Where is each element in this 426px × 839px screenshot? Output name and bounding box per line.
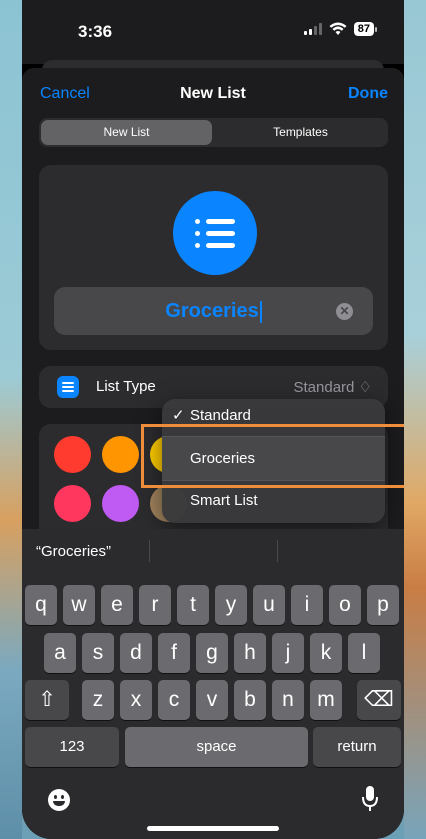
backspace-key[interactable]: ⌫ — [357, 680, 401, 720]
key-j[interactable]: j — [272, 633, 304, 673]
key-r[interactable]: r — [139, 585, 171, 625]
color-red[interactable] — [54, 436, 91, 473]
space-key[interactable]: space — [125, 727, 308, 767]
suggestion-bar: “Groceries” — [22, 529, 404, 574]
key-l[interactable]: l — [348, 633, 380, 673]
color-purple[interactable] — [102, 485, 139, 522]
color-orange[interactable] — [102, 436, 139, 473]
key-h[interactable]: h — [234, 633, 266, 673]
list-name-value: Groceries — [165, 300, 259, 322]
segmented-control: New List Templates — [39, 118, 388, 147]
key-i[interactable]: i — [291, 585, 323, 625]
tab-templates[interactable]: Templates — [215, 120, 386, 145]
background-left — [0, 0, 22, 839]
list-name-input[interactable]: Groceries ✕ — [54, 287, 373, 335]
wifi-icon — [329, 22, 347, 35]
key-p[interactable]: p — [367, 585, 399, 625]
key-t[interactable]: t — [177, 585, 209, 625]
checkmark-icon: ✓ — [172, 407, 185, 424]
background-right — [404, 0, 426, 839]
shift-key[interactable]: ⇧ — [25, 680, 69, 720]
status-time: 3:36 — [78, 22, 113, 41]
highlight-annotation — [141, 424, 404, 488]
key-q[interactable]: q — [25, 585, 57, 625]
microphone-icon[interactable] — [362, 785, 378, 813]
signal-icon — [303, 23, 322, 35]
list-bullet-icon[interactable] — [173, 191, 257, 275]
key-e[interactable]: e — [101, 585, 133, 625]
done-button[interactable]: Done — [348, 85, 388, 103]
key-d[interactable]: d — [120, 633, 152, 673]
return-key[interactable]: return — [313, 727, 401, 767]
key-z[interactable]: z — [82, 680, 114, 720]
emoji-icon[interactable] — [48, 789, 70, 811]
key-w[interactable]: w — [63, 585, 95, 625]
status-bar: 3:36 87 — [22, 0, 404, 64]
nav-bar: Cancel New List Done — [22, 68, 404, 118]
key-u[interactable]: u — [253, 585, 285, 625]
color-pink[interactable] — [54, 485, 91, 522]
key-f[interactable]: f — [158, 633, 190, 673]
key-k[interactable]: k — [310, 633, 342, 673]
page-title: New List — [180, 85, 246, 102]
key-y[interactable]: y — [215, 585, 247, 625]
key-g[interactable]: g — [196, 633, 228, 673]
key-a[interactable]: a — [44, 633, 76, 673]
menu-item-label: Standard — [190, 407, 251, 424]
key-o[interactable]: o — [329, 585, 361, 625]
key-v[interactable]: v — [196, 680, 228, 720]
key-n[interactable]: n — [272, 680, 304, 720]
key-m[interactable]: m — [310, 680, 342, 720]
tab-new-list[interactable]: New List — [41, 120, 212, 145]
key-b[interactable]: b — [234, 680, 266, 720]
battery-icon: 87 — [353, 22, 378, 36]
menu-item-label: Smart List — [190, 492, 258, 509]
home-indicator — [147, 826, 279, 831]
clear-text-icon[interactable]: ✕ — [336, 303, 353, 320]
list-type-value[interactable]: Standard ♢ — [294, 378, 373, 396]
numbers-key[interactable]: 123 — [25, 727, 119, 767]
key-x[interactable]: x — [120, 680, 152, 720]
list-header-card: Groceries ✕ — [39, 165, 388, 350]
list-type-label: List Type — [96, 378, 156, 395]
keyboard: “Groceries” 123 space return qwertyuiop a… — [22, 529, 404, 839]
suggestion-item[interactable]: “Groceries” — [36, 543, 111, 560]
key-c[interactable]: c — [158, 680, 190, 720]
phone-screen: 3:36 87 Cancel New List Done New List Te… — [22, 0, 404, 839]
key-s[interactable]: s — [82, 633, 114, 673]
status-icons: 87 — [303, 22, 378, 36]
list-type-icon — [57, 376, 79, 398]
text-caret — [259, 300, 262, 323]
